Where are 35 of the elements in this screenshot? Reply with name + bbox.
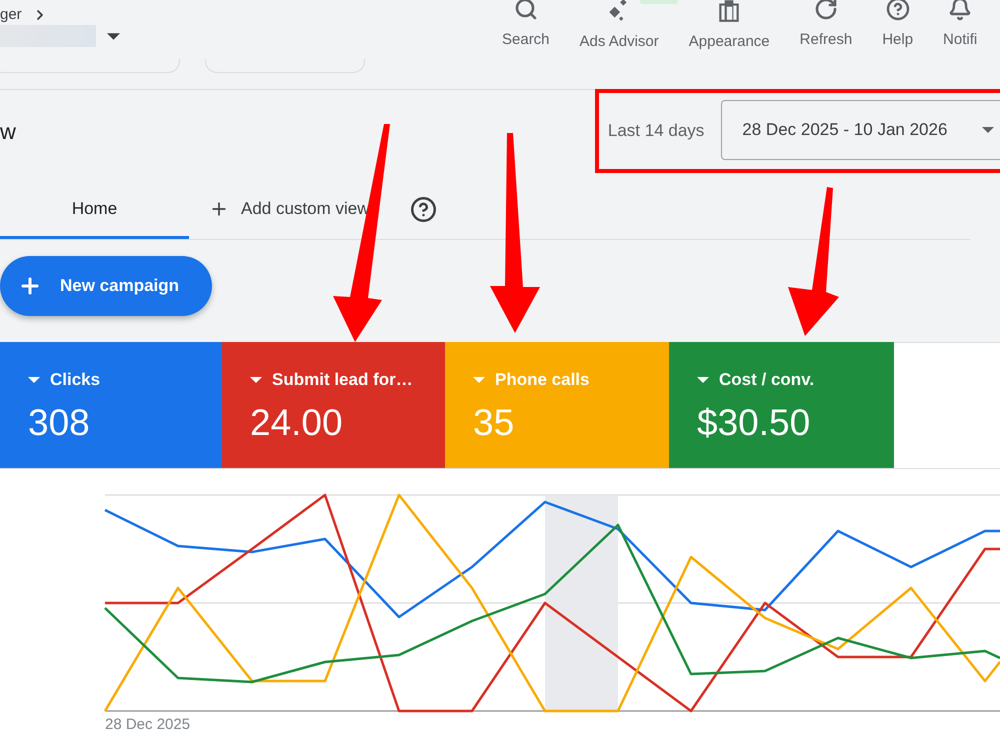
metric-value: 35 [473, 400, 516, 444]
metric-card[interactable]: Clicks 308 [0, 342, 222, 468]
help-icon [886, 0, 910, 21]
toolbar-button[interactable]: Help [882, 0, 914, 89]
toolbar-button[interactable]: Notifi [943, 0, 978, 89]
toolbar-button[interactable]: Search [502, 0, 550, 89]
metric-card[interactable]: Submit lead for… 24.00 [222, 342, 445, 468]
caret-icon [473, 376, 485, 383]
bell-icon [948, 0, 972, 21]
caret-icon [28, 376, 40, 383]
caret-icon [697, 376, 709, 383]
caret-icon [982, 127, 994, 133]
metric-value: 24.00 [250, 400, 344, 444]
date-range-dropdown[interactable]: 28 Dec 2025 - 10 Jan 2026 [721, 100, 1000, 160]
axis-label: 28 Dec 2025 [105, 716, 190, 734]
metric-label: Cost / conv. [719, 369, 814, 391]
search-icon [514, 0, 538, 21]
refresh-icon [814, 0, 838, 21]
metric-card[interactable]: Cost / conv. $30.50 [669, 342, 894, 468]
tab[interactable]: Home [0, 182, 189, 239]
caret-icon [250, 376, 262, 383]
help-icon[interactable] [410, 196, 436, 222]
page-title: w [0, 118, 16, 146]
metric-label: Submit lead for… [272, 369, 413, 391]
metric-label: Clicks [50, 369, 100, 391]
toolbar-button[interactable]: Ads Advisor [580, 0, 659, 89]
caret-icon [107, 32, 120, 40]
period-label: Last 14 days [608, 120, 704, 142]
metric-value: $30.50 [697, 400, 812, 444]
metric-value: 308 [28, 400, 91, 444]
toolbar-button[interactable]: Refresh [800, 0, 852, 89]
breadcrumb-text[interactable]: ger [0, 4, 22, 26]
new-campaign-button[interactable]: New campaign [0, 256, 212, 316]
metric-label: Phone calls [495, 369, 590, 391]
toolbar-button[interactable]: Appearance [688, 0, 770, 89]
